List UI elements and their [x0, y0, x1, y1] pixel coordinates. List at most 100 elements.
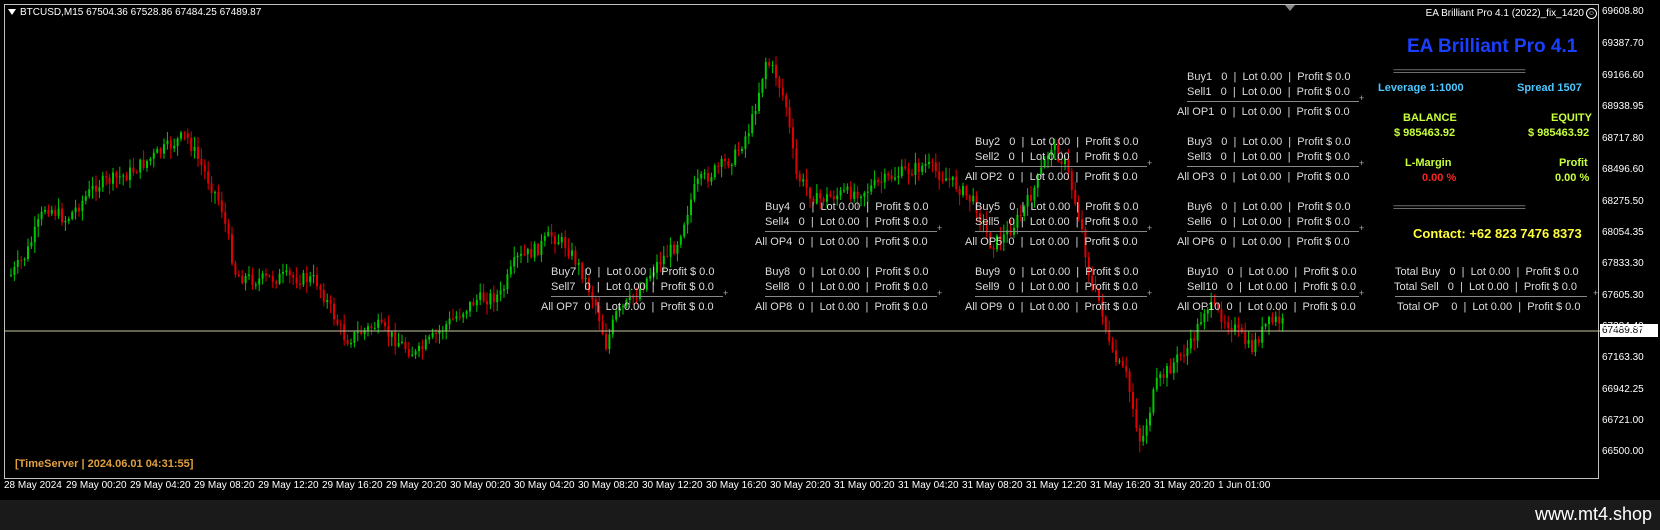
candle-body: [693, 184, 696, 200]
candle-body: [1251, 340, 1253, 353]
time-tick-label: 29 May 00:20: [66, 480, 127, 491]
candle-body: [506, 274, 509, 290]
candle-body: [1166, 366, 1168, 378]
candle-body: [513, 257, 516, 267]
candle-body: [64, 220, 67, 223]
candle-body: [329, 300, 332, 304]
candle-body: [10, 274, 12, 276]
candle-body: [741, 148, 743, 151]
all-op-row: All OP9 0 | Lot 0.00 | Profit $ 0.0: [965, 301, 1138, 313]
candle-body: [152, 152, 155, 159]
candle-body: [139, 159, 142, 173]
candle-body: [1261, 326, 1264, 343]
sell-row: Sell3 0 | Lot 0.00 | Profit $ 0.0: [1187, 151, 1350, 163]
time-tick-label: 31 May 00:20: [834, 480, 895, 491]
candle-body: [309, 276, 312, 283]
candle-body: [547, 232, 550, 236]
candle-body: [972, 195, 975, 202]
candle-body: [217, 192, 220, 201]
candle-body: [965, 185, 968, 196]
candle-body: [778, 77, 781, 88]
candle-body: [27, 246, 29, 260]
candle-body: [1176, 354, 1179, 363]
candle-body: [1138, 428, 1141, 442]
candle-body: [1196, 323, 1199, 341]
candle-body: [214, 192, 216, 194]
candle-body: [1227, 322, 1230, 329]
candle-body: [1244, 332, 1247, 344]
candle-body: [887, 173, 890, 176]
candle-body: [489, 293, 492, 305]
candle-body: [931, 161, 934, 163]
candle-body: [1200, 322, 1202, 324]
plus-icon: +: [1359, 288, 1365, 298]
candle-body: [20, 260, 23, 262]
candle-body: [1247, 340, 1250, 344]
spread-value: Spread 1507: [1517, 82, 1582, 94]
candle-body: [673, 244, 675, 254]
candle-body: [265, 273, 267, 276]
candle-body: [968, 195, 971, 202]
smiley-face-icon[interactable]: ☺: [1586, 8, 1597, 19]
candle-body: [761, 79, 764, 93]
candle-body: [248, 274, 250, 276]
all-op-row: All OP4 0 | Lot 0.00 | Profit $ 0.0: [755, 236, 928, 248]
time-tick-label: 29 May 16:20: [322, 480, 383, 491]
candle-body: [1281, 317, 1284, 324]
candle-body: [1271, 317, 1274, 323]
candle-body: [1104, 316, 1107, 331]
candle-body: [1193, 338, 1196, 341]
candle-body: [890, 175, 893, 180]
ea-name-label: EA Brilliant Pro 4.1 (2022)_fix_1420: [1425, 8, 1584, 20]
plus-icon: +: [1359, 93, 1365, 103]
plus-icon: +: [937, 223, 943, 233]
candle-body: [149, 158, 152, 161]
candle-body: [836, 195, 839, 200]
candle-body: [1183, 355, 1185, 357]
candle-body: [421, 345, 424, 350]
candle-body: [200, 158, 203, 166]
chart-shift-marker-icon[interactable]: [1285, 5, 1295, 11]
candle-body: [91, 185, 94, 190]
price-tick-label: 67605.30: [1602, 290, 1644, 301]
candle-body: [411, 354, 414, 356]
candle-body: [163, 144, 165, 154]
candle-body: [176, 138, 179, 146]
candle-body: [792, 127, 794, 149]
candle-body: [683, 224, 686, 237]
row-separator: [1187, 296, 1359, 297]
time-server: [TimeServer | 2024.06.01 04:31:55]: [15, 458, 194, 470]
candle-body: [390, 332, 393, 337]
candle-body: [44, 209, 46, 212]
price-tick-label: 68496.60: [1602, 164, 1644, 175]
candle-body: [275, 281, 278, 284]
candle-body: [180, 132, 182, 139]
candle-body: [523, 253, 526, 255]
candle-body: [829, 194, 832, 197]
candle-body: [407, 348, 410, 356]
price-tick-label: 68938.95: [1602, 101, 1644, 112]
candle-body: [282, 272, 284, 274]
candle-body: [1111, 341, 1114, 351]
candle-body: [775, 64, 777, 78]
dropdown-triangle-icon[interactable]: [8, 9, 16, 16]
all-op-row: All OP3 0 | Lot 0.00 | Profit $ 0.0: [1177, 171, 1350, 183]
candle-body: [846, 186, 849, 191]
candle-body: [564, 237, 567, 249]
row-separator: [975, 296, 1147, 297]
sell-row: Sell7 0 | Lot 0.00 | Profit $ 0.0: [551, 281, 714, 293]
candle-body: [57, 208, 60, 216]
candle-body: [526, 248, 529, 255]
candle-body: [1149, 412, 1151, 426]
candle-body: [1125, 366, 1128, 372]
candle-body: [540, 240, 543, 255]
candle-body: [377, 319, 380, 328]
candle-body: [237, 274, 240, 277]
candle-body: [486, 301, 488, 305]
candle-body: [431, 332, 434, 337]
candle-body: [914, 162, 917, 175]
candle-body: [37, 219, 40, 227]
candle-body: [207, 171, 210, 184]
candle-body: [448, 318, 451, 325]
watermark: www.mt4.shop: [1534, 504, 1652, 524]
